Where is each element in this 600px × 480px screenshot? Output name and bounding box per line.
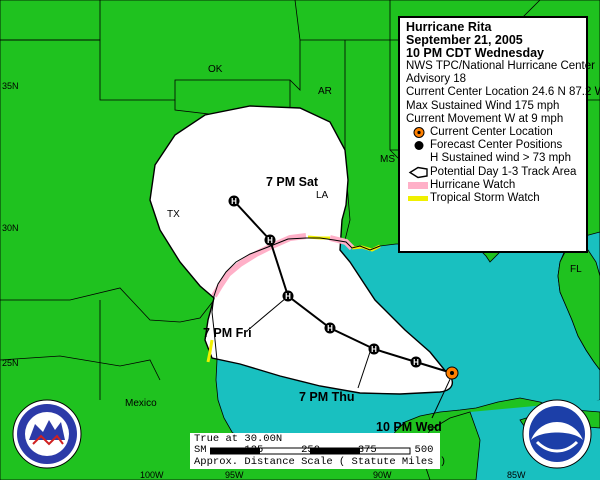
forecast-point-6: H xyxy=(228,195,240,207)
advisory: Advisory 18 xyxy=(406,73,467,86)
scale-caption: Approx. Distance Scale ( Statute Miles ) xyxy=(194,456,447,468)
forecast-point-5: H xyxy=(264,234,276,246)
state-label-ar: AR xyxy=(318,86,332,97)
lon-label-85: 85W xyxy=(507,470,526,480)
state-label-ok: OK xyxy=(208,64,223,75)
lat-label-25: 25N xyxy=(2,358,19,368)
hurricane-watch-swatch-icon xyxy=(408,181,428,189)
legend-tropical-storm-watch: Tropical Storm Watch xyxy=(406,192,586,205)
max-wind: Max Sustained Wind 175 mph xyxy=(406,99,560,112)
current-center-marker xyxy=(445,366,459,380)
noaa-logo xyxy=(522,399,592,469)
svg-text:H: H xyxy=(231,197,237,206)
label-10pm-wed: 10 PM Wed xyxy=(376,420,442,434)
agency: NWS TPC/National Hurricane Center xyxy=(406,60,595,72)
country-label-mexico: Mexico xyxy=(125,398,157,409)
label-7pm-sat: 7 PM Sat xyxy=(266,175,319,189)
svg-text:H: H xyxy=(267,236,273,245)
state-label-ms: MS xyxy=(380,154,395,165)
legend-sustained-wind: H Sustained wind > 73 mph xyxy=(430,152,571,165)
state-label-tx: TX xyxy=(167,209,180,220)
lon-label-90: 90W xyxy=(373,470,392,480)
current-center-icon xyxy=(413,127,425,139)
svg-text:H: H xyxy=(327,324,333,333)
legend-panel: Hurricane Rita September 21, 2005 10 PM … xyxy=(398,16,600,253)
label-7pm-thu: 7 PM Thu xyxy=(299,390,355,404)
svg-text:H: H xyxy=(371,345,377,354)
nws-logo xyxy=(12,399,82,469)
svg-text:H: H xyxy=(413,358,419,367)
lon-label-95: 95W xyxy=(225,470,244,480)
lat-label-35: 35N xyxy=(2,81,19,91)
forecast-point-4: H xyxy=(282,290,294,302)
legend-current-center: Current Center Location xyxy=(406,126,586,139)
lat-label-30: 30N xyxy=(2,223,19,233)
legend-forecast-positions: Forecast Center Positions xyxy=(406,139,586,152)
track-cone-icon xyxy=(408,166,428,178)
storm-time: 10 PM CDT Wednesday xyxy=(406,46,545,60)
svg-text:H: H xyxy=(285,292,291,301)
lon-label-100: 100W xyxy=(140,470,164,480)
legend-track-area: Potential Day 1-3 Track Area xyxy=(406,166,586,179)
distance-scale: True at 30.00N SM 125 250 375 500 Approx… xyxy=(190,433,446,469)
center-location: Current Center Location 24.6 N 87.2 W xyxy=(406,86,600,99)
label-7pm-fri: 7 PM Fri xyxy=(203,326,252,340)
state-label-fl: FL xyxy=(570,264,582,275)
forecast-point-3: H xyxy=(324,322,336,334)
legend-hurricane-watch: Hurricane Watch xyxy=(406,179,586,192)
forecast-position-icon xyxy=(414,141,424,151)
movement: Current Movement W at 9 mph xyxy=(406,112,564,125)
forecast-point-2: H xyxy=(368,343,380,355)
forecast-point-1: H xyxy=(410,356,422,368)
state-label-la: LA xyxy=(316,190,329,201)
tropical-storm-watch-swatch-icon xyxy=(408,195,428,201)
scale-bar xyxy=(210,447,411,455)
